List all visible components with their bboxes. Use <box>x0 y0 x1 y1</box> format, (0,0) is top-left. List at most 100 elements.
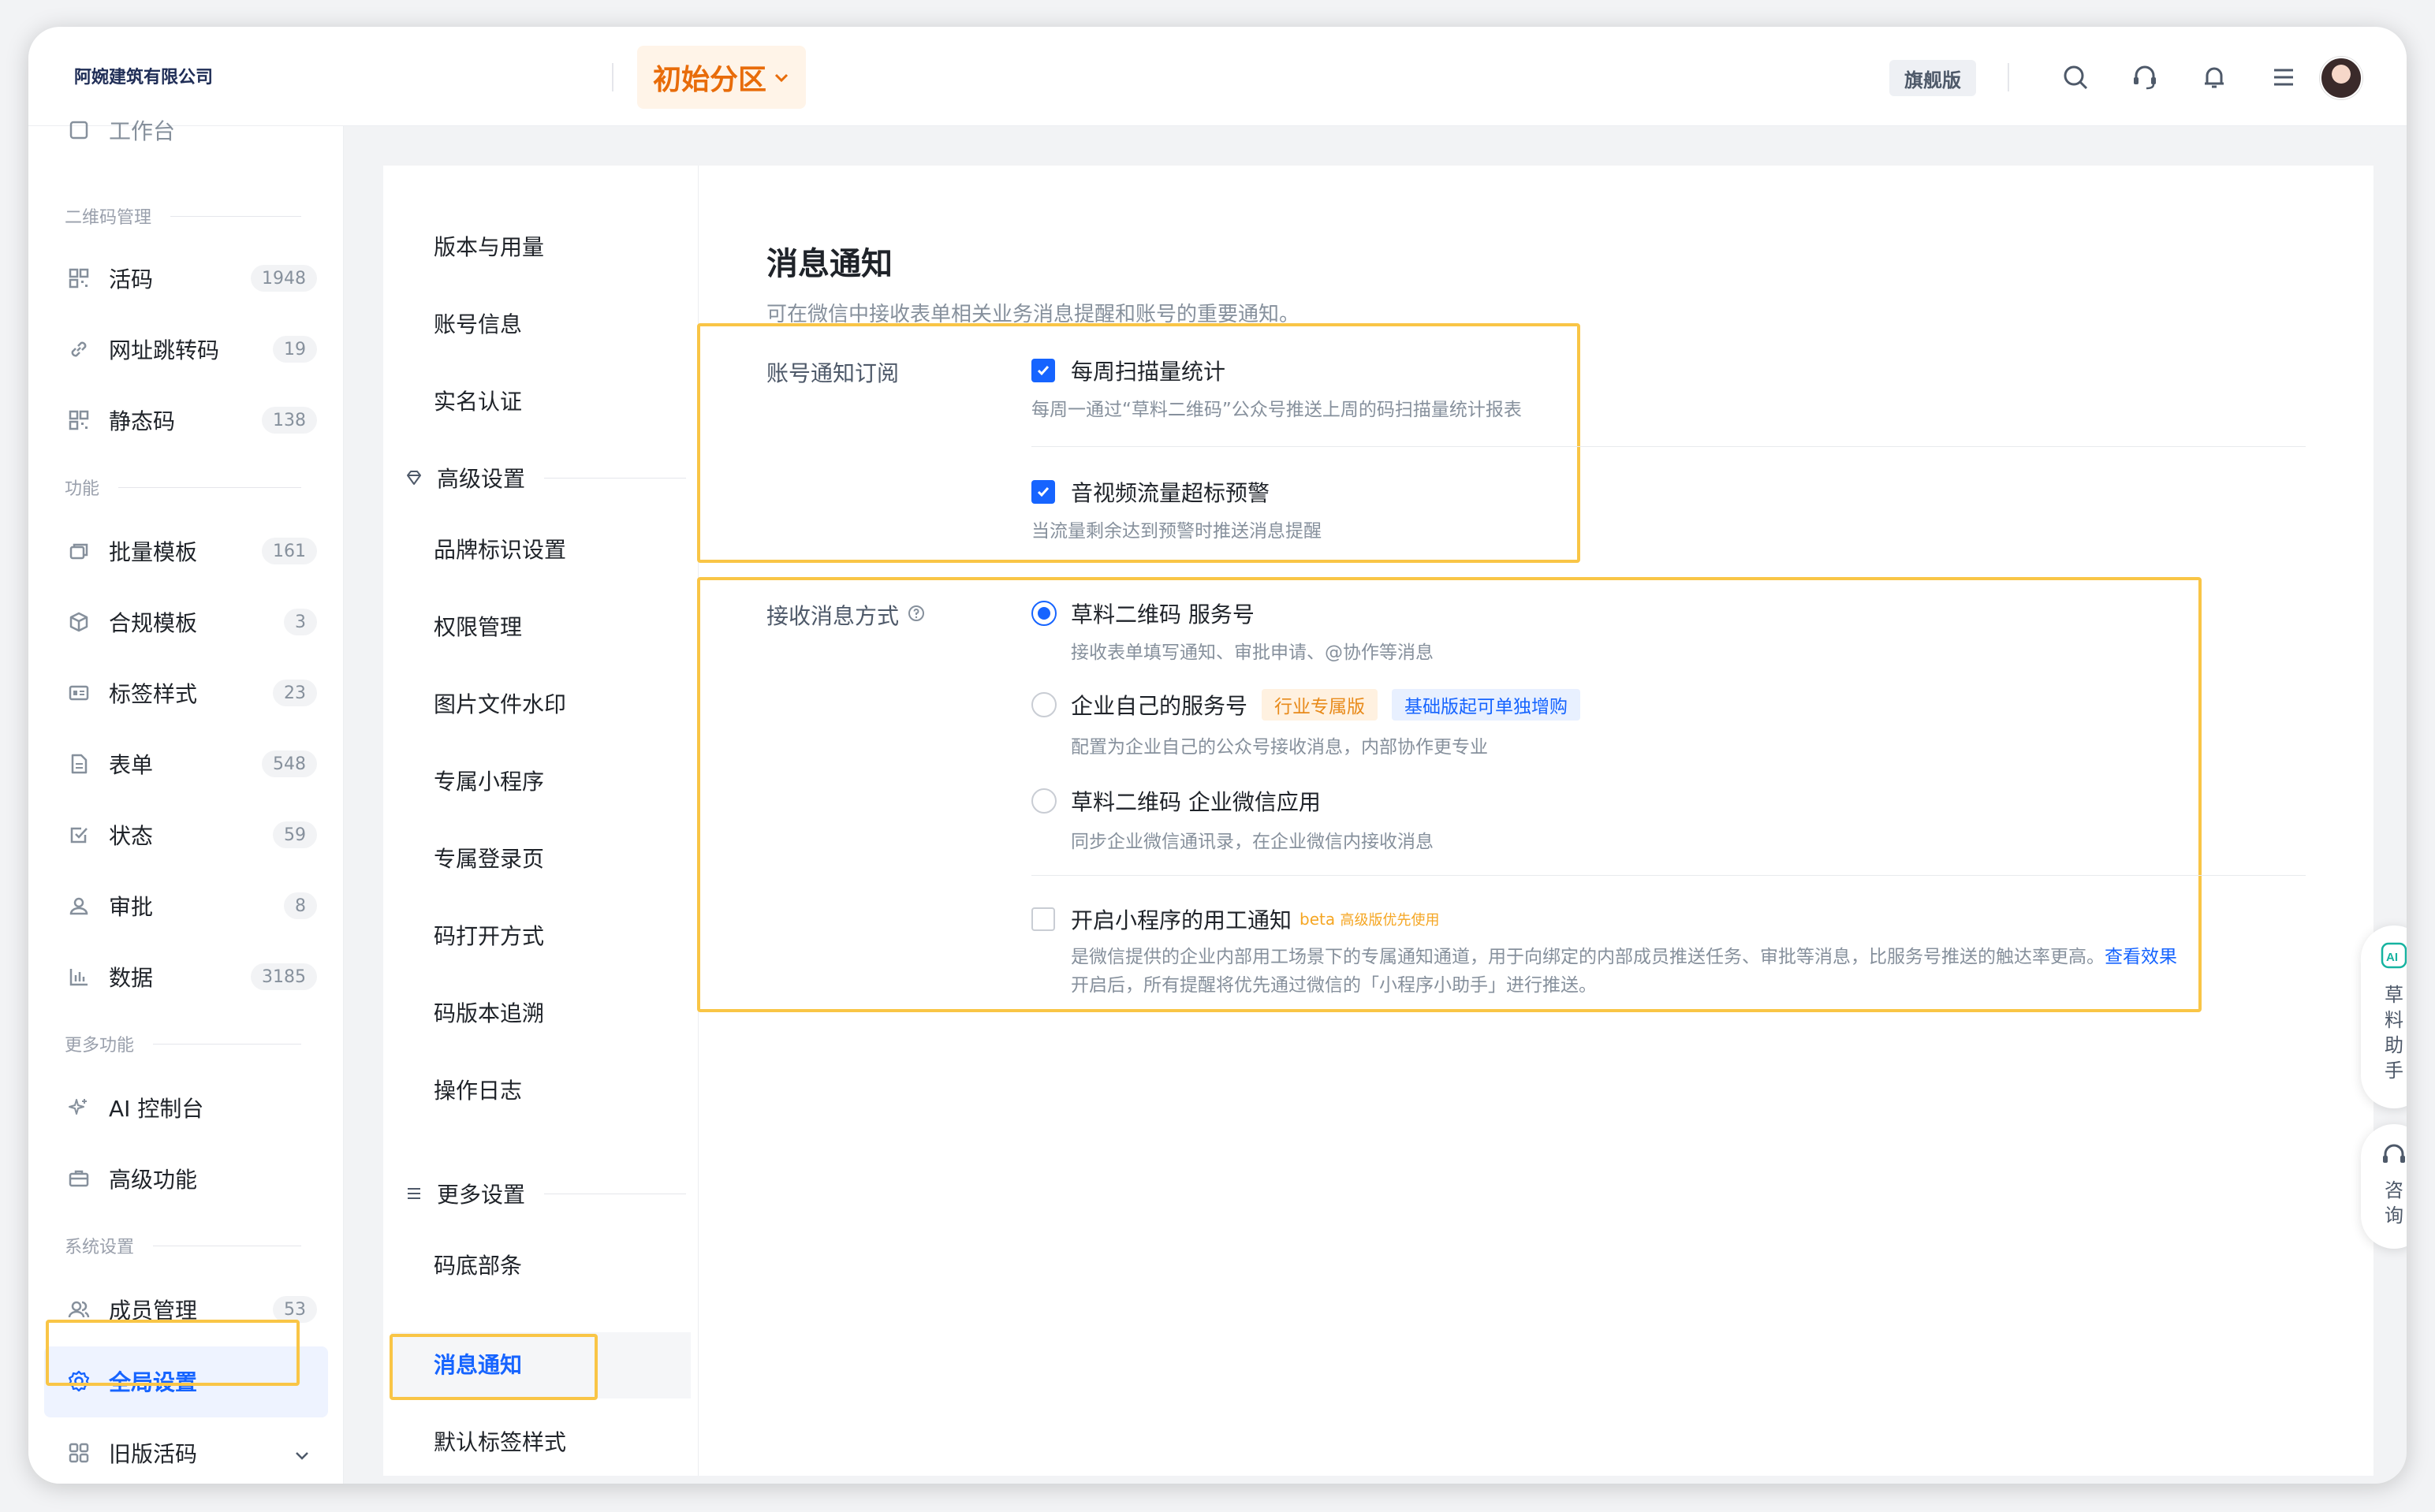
nav-item-bottom-bar[interactable]: 码底部条 <box>434 1249 522 1280</box>
nav-item-watermark[interactable]: 图片文件水印 <box>434 687 566 719</box>
sidebar-item-label: 数据 <box>109 965 154 991</box>
nav-group-label: 高级设置 <box>437 466 526 492</box>
divider <box>612 63 613 91</box>
nav-item-default-label[interactable]: 默认标签样式 <box>434 1425 566 1457</box>
sidebar-item-live-code[interactable]: 活码 1948 <box>65 259 317 298</box>
settings-nav: 版本与用量 账号信息 实名认证 高级设置 品牌标识设置 权限管理 图片文件水印 … <box>383 166 699 1476</box>
divider <box>2008 63 2009 91</box>
traffic-warning-option[interactable]: 音视频流量超标预警 <box>1031 476 1270 508</box>
count-badge: 138 <box>262 407 317 434</box>
divider <box>1031 875 2306 876</box>
sidebar-item-legacy-code[interactable]: 旧版活码 <box>65 1433 317 1473</box>
help-icon[interactable] <box>907 602 926 628</box>
dashboard-icon <box>65 116 93 144</box>
option-title: 每周扫描量统计 <box>1071 359 1226 385</box>
nav-item-verification[interactable]: 实名认证 <box>434 385 522 416</box>
option-description: 当流量剩余达到预警时推送消息提醒 <box>1031 521 1322 542</box>
nav-item-open-method[interactable]: 码打开方式 <box>434 919 544 951</box>
app-window: 阿婉建筑有限公司 初始分区 旗舰版 工作台 二维码管理 活码 1948 网址跳转… <box>28 27 2407 1484</box>
weekly-scan-option[interactable]: 每周扫描量统计 <box>1031 355 1225 386</box>
sidebar-item-label: 活码 <box>109 266 154 292</box>
option-title: 企业自己的服务号 <box>1071 693 1248 719</box>
nav-item-oplog[interactable]: 操作日志 <box>434 1074 522 1105</box>
sidebar-item-label: 表单 <box>109 752 154 778</box>
sidebar-item-global-settings[interactable]: 全局设置 <box>65 1361 317 1401</box>
count-badge: 19 <box>273 336 317 363</box>
radio-official-account[interactable]: 草料二维码 服务号 <box>1031 598 1255 629</box>
radio-unselected[interactable] <box>1031 692 1057 717</box>
svg-text:AI: AI <box>2386 951 2398 964</box>
nav-item-brand[interactable]: 品牌标识设置 <box>434 533 566 564</box>
sidebar-item-url-code[interactable]: 网址跳转码 19 <box>65 330 317 369</box>
miniapp-description: 是微信提供的企业内部用工场景下的专属通知通道，用于向绑定的内部成员推送任务、审批… <box>1071 941 2177 968</box>
option-title: 草料二维码 服务号 <box>1071 601 1255 628</box>
menu-icon[interactable] <box>2268 61 2299 93</box>
option-title: 音视频流量超标预警 <box>1071 480 1270 506</box>
checkbox-checked[interactable] <box>1031 480 1055 504</box>
document-icon <box>65 750 93 778</box>
users-icon <box>65 1295 93 1324</box>
miniapp-notify-option[interactable]: 开启小程序的用工通知 beta 高级版优先使用 <box>1031 903 1439 935</box>
bell-icon[interactable] <box>2198 61 2230 93</box>
page-description: 可在微信中接收表单相关业务消息提醒和账号的重要通知。 <box>766 303 1300 326</box>
diamond-icon <box>402 468 426 487</box>
avatar[interactable] <box>2320 57 2362 99</box>
checkbox-unchecked[interactable] <box>1031 907 1055 931</box>
sidebar-item-advanced[interactable]: 高级功能 <box>65 1159 317 1198</box>
count-badge: 548 <box>262 750 317 777</box>
checkbox-checked[interactable] <box>1031 359 1055 382</box>
nav-item-miniprogram[interactable]: 专属小程序 <box>434 765 544 796</box>
sidebar-item-label: 高级功能 <box>109 1167 198 1193</box>
nav-item-version[interactable]: 版本与用量 <box>434 230 544 262</box>
sidebar-item-label: 审批 <box>109 894 154 920</box>
nav-item-notifications[interactable]: 消息通知 <box>434 1348 522 1380</box>
zone-selector[interactable]: 初始分区 <box>637 46 806 109</box>
nav-item-version-trace[interactable]: 码版本追溯 <box>434 996 544 1028</box>
count-badge: 3185 <box>251 963 317 990</box>
sidebar-item-members[interactable]: 成员管理 53 <box>65 1290 317 1329</box>
chevron-down-icon[interactable] <box>295 1440 309 1466</box>
nav-item-account[interactable]: 账号信息 <box>434 307 522 339</box>
cube-icon <box>65 608 93 636</box>
sidebar-item-workbench[interactable]: 工作台 <box>65 110 317 150</box>
sidebar-item-label: 成员管理 <box>109 1298 198 1324</box>
section-sys: 系统设置 <box>65 1233 301 1258</box>
headset-icon <box>2380 1141 2407 1173</box>
addon-tag: 基础版起可单独增购 <box>1392 689 1581 721</box>
link-icon <box>65 335 93 363</box>
sidebar-item-approval[interactable]: 审批 8 <box>65 886 317 925</box>
sidebar-item-form[interactable]: 表单 548 <box>65 744 317 784</box>
sidebar-item-batch-template[interactable]: 批量模板 161 <box>65 531 317 571</box>
sidebar-item-ai-console[interactable]: AI 控制台 <box>65 1088 317 1127</box>
count-badge: 53 <box>273 1296 317 1323</box>
section-label: 更多功能 <box>65 1036 135 1056</box>
sidebar-item-data[interactable]: 数据 3185 <box>65 957 317 996</box>
user-icon <box>65 892 93 920</box>
count-badge: 8 <box>284 892 317 919</box>
sidebar-item-compliance-template[interactable]: 合规模板 3 <box>65 602 317 642</box>
sidebar-item-label: 标签样式 <box>109 681 198 707</box>
section-qr: 二维码管理 <box>65 203 301 229</box>
radio-own-account[interactable]: 企业自己的服务号 行业专属版 基础版起可单独增购 <box>1031 689 1581 721</box>
radio-wecom-app[interactable]: 草料二维码 企业微信应用 <box>1031 785 1321 817</box>
consult-button[interactable]: 咨询 <box>2361 1124 2407 1249</box>
ai-assistant-button[interactable]: AI 草料助手 <box>2361 925 2407 1108</box>
search-icon[interactable] <box>2060 61 2091 93</box>
sidebar-item-label: 批量模板 <box>109 539 198 565</box>
sidebar-item-label-style[interactable]: 标签样式 23 <box>65 673 317 713</box>
sidebar-item-status[interactable]: 状态 59 <box>65 815 317 855</box>
sidebar-item-static-code[interactable]: 静态码 138 <box>65 400 317 440</box>
assistant-label: 草料助手 <box>2385 984 2403 1082</box>
radio-unselected[interactable] <box>1031 788 1057 814</box>
company-name[interactable]: 阿婉建筑有限公司 <box>74 63 213 88</box>
nav-item-permissions[interactable]: 权限管理 <box>434 610 522 642</box>
receive-method-label: 接收消息方式 <box>766 599 926 631</box>
edition-badge[interactable]: 旗舰版 <box>1889 60 1976 96</box>
nav-item-login-page[interactable]: 专属登录页 <box>434 842 544 873</box>
main-content: 消息通知 可在微信中接收表单相关业务消息提醒和账号的重要通知。 账号通知订阅 每… <box>697 166 2373 1476</box>
radio-selected[interactable] <box>1031 601 1057 626</box>
headset-icon[interactable] <box>2129 61 2161 93</box>
beta-text: beta <box>1300 910 1336 929</box>
view-effect-link[interactable]: 查看效果 <box>2105 947 2177 967</box>
section-label: 系统设置 <box>65 1238 135 1257</box>
